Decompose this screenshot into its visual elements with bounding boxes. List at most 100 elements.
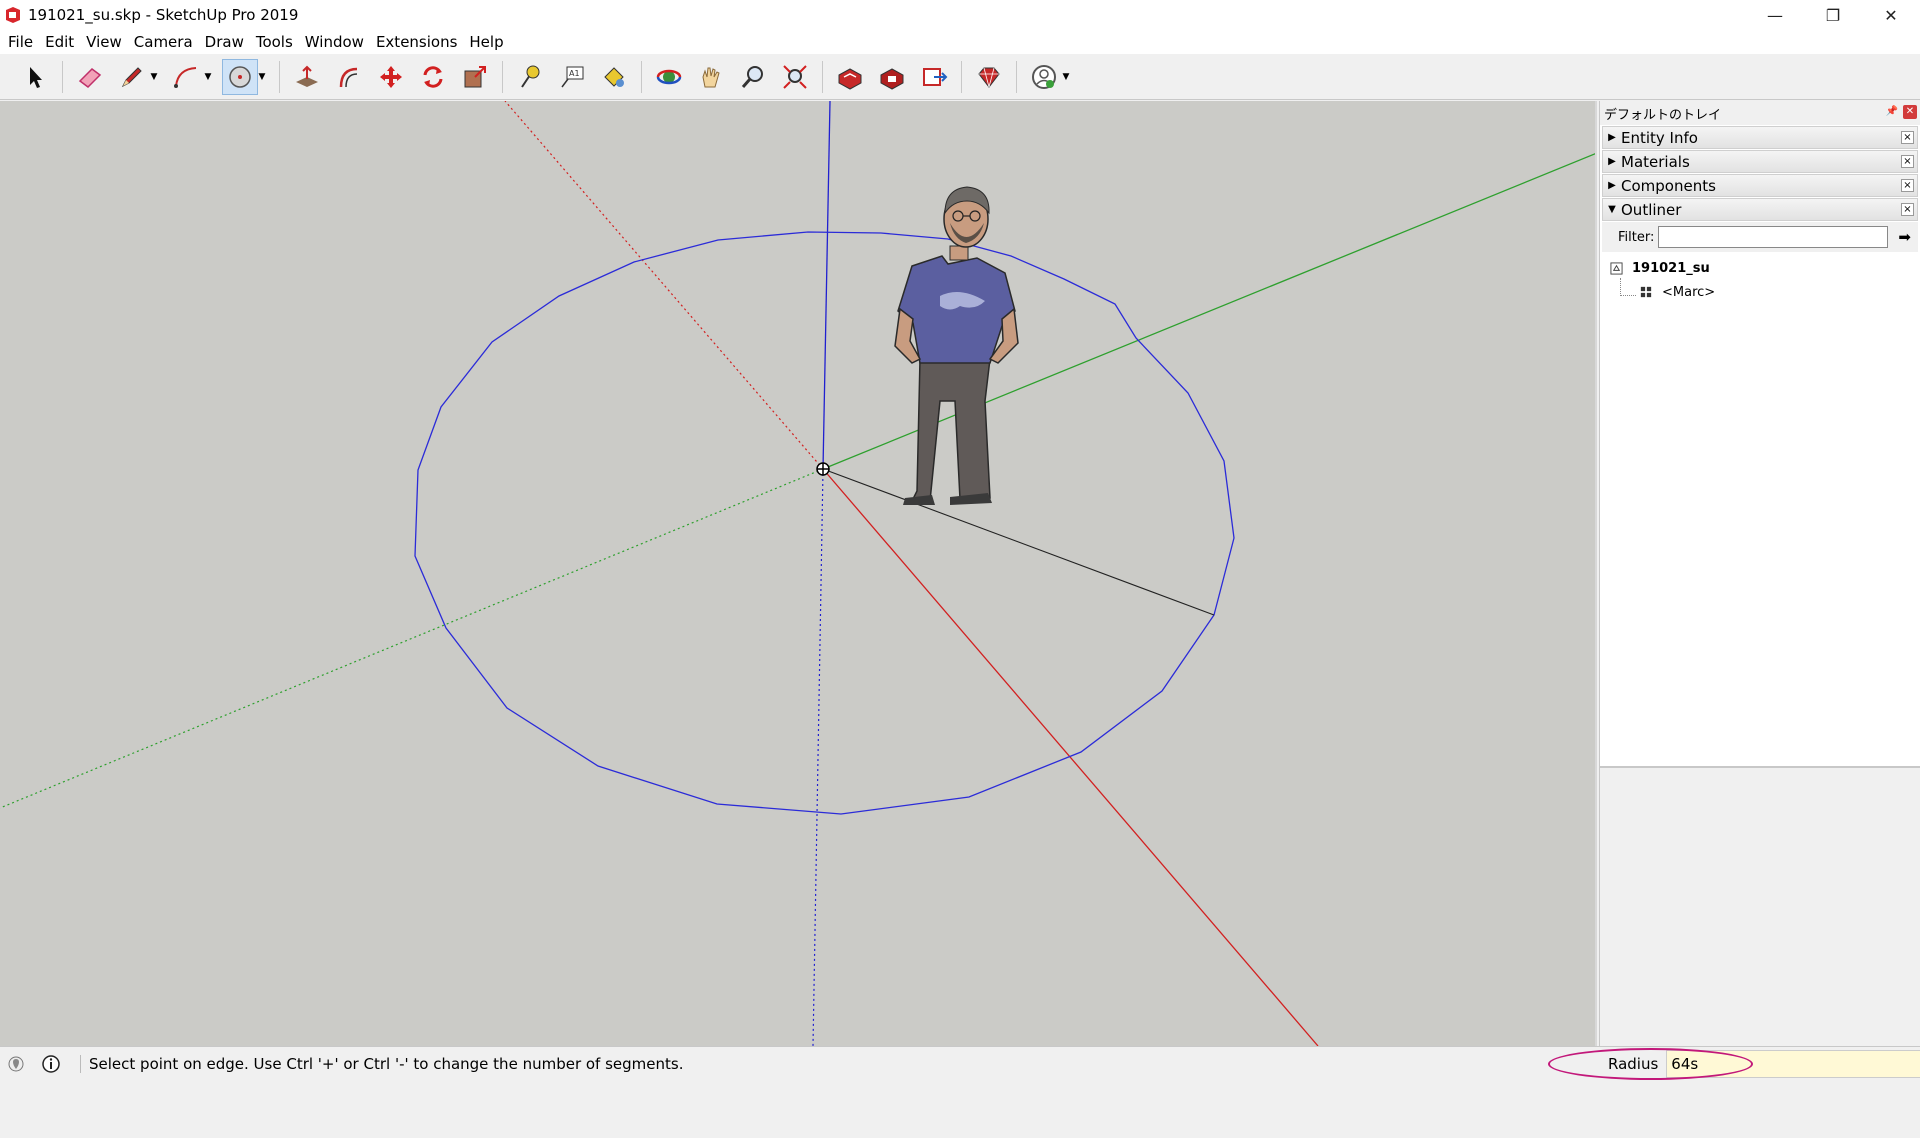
extension-manager-button[interactable]	[971, 59, 1007, 95]
scale-tool-button[interactable]	[457, 59, 493, 95]
3d-warehouse-button[interactable]	[832, 59, 868, 95]
menu-window[interactable]: Window	[299, 33, 370, 51]
shape-dropdown-arrow[interactable]: ▼	[257, 59, 267, 95]
arc-tool-button[interactable]	[168, 59, 204, 95]
extension-warehouse-icon	[880, 67, 904, 90]
radius-line	[822, 468, 1215, 616]
ruby-gem-icon	[978, 67, 1000, 88]
warehouse-icon	[838, 67, 862, 90]
select-tool-button[interactable]	[17, 59, 53, 95]
zoom-tool-button[interactable]	[735, 59, 771, 95]
arc-dropdown-arrow[interactable]: ▼	[203, 59, 213, 95]
outliner-options-arrow-icon[interactable]: ➡	[1898, 228, 1911, 246]
tree-root-model[interactable]: 191021_su	[1600, 256, 1920, 280]
offset-icon	[339, 67, 358, 87]
rotate-tool-button[interactable]	[415, 59, 451, 95]
text-tool-button[interactable]: A1	[554, 59, 590, 95]
circle-icon	[229, 65, 251, 88]
menu-view[interactable]: View	[80, 33, 128, 51]
window-title: 191021_su.skp - SketchUp Pro 2019	[28, 6, 299, 24]
eraser-icon	[78, 67, 102, 88]
red-axis-negative	[504, 101, 824, 470]
panel-components[interactable]: ▶ Components ×	[1602, 174, 1918, 197]
blue-axis-negative	[812, 468, 824, 1046]
send-to-layout-button[interactable]	[916, 59, 952, 95]
marc-figure[interactable]	[894, 186, 1019, 505]
scene-canvas[interactable]	[0, 101, 1597, 1046]
pan-hand-icon	[702, 67, 720, 87]
status-message: Select point on edge. Use Ctrl '+' or Ct…	[80, 1054, 683, 1073]
pin-icon[interactable]: 📌	[1886, 106, 1898, 117]
account-button[interactable]	[1026, 59, 1062, 95]
filter-input[interactable]	[1658, 226, 1889, 248]
offset-tool-button[interactable]	[331, 59, 367, 95]
panel-close-icon[interactable]: ×	[1901, 203, 1914, 216]
panel-materials[interactable]: ▶ Materials ×	[1602, 150, 1918, 173]
user-account-icon	[1032, 64, 1056, 89]
blue-axis-positive	[822, 101, 831, 470]
orbit-tool-button[interactable]	[651, 59, 687, 95]
panel-close-icon[interactable]: ×	[1901, 131, 1914, 144]
panel-outliner[interactable]: ▼ Outliner ×	[1602, 198, 1918, 221]
svg-text:A1: A1	[569, 69, 580, 78]
tree-root-label: 191021_su	[1632, 260, 1710, 276]
orbit-icon	[656, 69, 682, 84]
default-tray: デフォルトのトレイ 📌 ✕ ▶ Entity Info × ▶ Material…	[1599, 101, 1920, 1138]
tray-empty-area	[1600, 768, 1920, 1138]
tree-item-label: <Marc>	[1662, 284, 1716, 300]
tree-item-marc[interactable]: <Marc>	[1600, 278, 1920, 304]
highlight-annotation-oval	[1548, 1048, 1753, 1080]
paint-bucket-tool-button[interactable]	[596, 59, 632, 95]
component-icon	[1638, 284, 1654, 300]
zoom-icon	[741, 65, 763, 88]
extension-warehouse-button[interactable]	[874, 59, 910, 95]
arc-icon	[174, 66, 197, 88]
minimize-button[interactable]: —	[1746, 0, 1804, 30]
menu-tools[interactable]: Tools	[250, 33, 299, 51]
menu-camera[interactable]: Camera	[128, 33, 199, 51]
tree-connector	[1620, 278, 1636, 296]
toolbar-separator	[502, 60, 503, 93]
menu-file[interactable]: File	[2, 33, 39, 51]
circle-tool-button[interactable]	[222, 58, 258, 95]
outliner-filter-row: Filter: ➡	[1602, 222, 1918, 252]
move-tool-button[interactable]	[373, 59, 409, 95]
expanded-arrow-icon: ▼	[1608, 204, 1616, 215]
green-axis-negative	[0, 468, 824, 809]
panel-close-icon[interactable]: ×	[1901, 155, 1914, 168]
menu-extensions[interactable]: Extensions	[370, 33, 463, 51]
model-viewport[interactable]	[0, 101, 1597, 1046]
paint-bucket-icon	[604, 66, 624, 87]
menu-draw[interactable]: Draw	[199, 33, 250, 51]
push-pull-icon	[296, 65, 318, 87]
panel-label: Materials	[1621, 152, 1690, 171]
panel-entity-info[interactable]: ▶ Entity Info ×	[1602, 126, 1918, 149]
line-tool-button[interactable]	[114, 59, 150, 95]
toolbar-separator	[62, 60, 63, 93]
line-dropdown-arrow[interactable]: ▼	[149, 59, 159, 95]
account-dropdown-arrow[interactable]: ▼	[1061, 59, 1071, 95]
circle-preview	[414, 231, 1235, 815]
window-controls: — ❐ ✕	[1746, 0, 1920, 30]
collapsed-arrow-icon: ▶	[1608, 180, 1616, 191]
collapsed-arrow-icon: ▶	[1608, 132, 1616, 143]
close-button[interactable]: ✕	[1862, 0, 1920, 30]
menu-help[interactable]: Help	[463, 33, 509, 51]
toolbar-separator	[961, 60, 962, 93]
scale-icon	[464, 65, 486, 87]
restore-button[interactable]: ❐	[1804, 0, 1862, 30]
tray-close-button[interactable]: ✕	[1903, 105, 1917, 119]
pan-tool-button[interactable]	[693, 59, 729, 95]
menu-edit[interactable]: Edit	[39, 33, 80, 51]
zoom-extents-tool-button[interactable]	[777, 59, 813, 95]
info-icon[interactable]	[42, 1054, 60, 1073]
panel-close-icon[interactable]: ×	[1901, 179, 1914, 192]
geolocation-icon[interactable]	[8, 1056, 24, 1072]
tape-measure-icon	[521, 65, 540, 88]
eraser-tool-button[interactable]	[72, 59, 108, 95]
push-pull-tool-button[interactable]	[289, 59, 325, 95]
tape-measure-tool-button[interactable]	[512, 59, 548, 95]
toolbar-separator	[822, 60, 823, 93]
tray-header: デフォルトのトレイ 📌 ✕	[1600, 101, 1920, 125]
panel-label: Components	[1621, 176, 1716, 195]
